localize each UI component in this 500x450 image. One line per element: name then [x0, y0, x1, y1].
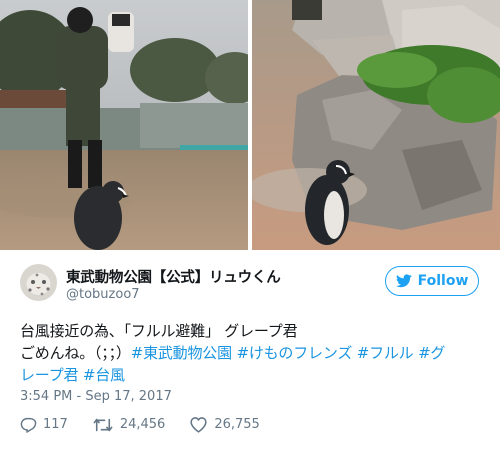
media-photo-left[interactable]: [0, 0, 248, 250]
reply-icon: [20, 417, 37, 433]
snow-leopard-avatar-icon: [20, 264, 57, 301]
retweet-count: 24,456: [119, 417, 166, 432]
follow-button-label: Follow: [417, 273, 469, 289]
hashtag-kemono-friends[interactable]: #けものフレンズ: [236, 344, 352, 362]
user-display-name[interactable]: 東武動物公園【公式】リュウくん: [66, 266, 281, 287]
tweet-actions: 117 24,456 26,755: [20, 416, 284, 433]
tweet-text-line-1: 台風接近の為、「フルル避難」 グレープ君: [20, 322, 298, 340]
twitter-bird-icon: [395, 274, 412, 288]
hashtag-typhoon[interactable]: #台風: [83, 366, 125, 384]
user-handle[interactable]: @tobuzoo7: [66, 287, 140, 302]
follow-button[interactable]: Follow: [385, 266, 479, 296]
retweet-button[interactable]: 24,456: [92, 417, 166, 433]
tweet-text-line-3: レープ君 #台風: [20, 364, 485, 386]
like-count: 26,755: [214, 417, 260, 432]
like-button[interactable]: 26,755: [189, 416, 260, 433]
retweet-icon: [93, 418, 113, 431]
penguin-keeper-photo-icon: [0, 0, 248, 250]
hashtag-grape-kun-end[interactable]: レープ君: [20, 366, 79, 384]
tweet-text: 台風接近の為、「フルル避難」 グレープ君 ごめんね。（；；）#東武動物公園 #け…: [20, 320, 485, 386]
reply-count: 117: [43, 417, 68, 432]
tweet-media: [0, 0, 500, 250]
reply-button[interactable]: 117: [20, 417, 68, 433]
media-photo-right[interactable]: [252, 0, 500, 250]
hashtag-fululu[interactable]: #フルル: [357, 344, 414, 362]
hashtag-tobu-zoo[interactable]: #東武動物公園: [131, 344, 232, 362]
heart-icon: [190, 417, 207, 433]
tweet-text-line-2: ごめんね。（；；）#東武動物公園 #けものフレンズ #フルル #グ: [20, 342, 485, 364]
penguin-rock-photo-icon: [252, 0, 500, 250]
tweet-text-plain: ごめんね。（；；）: [20, 344, 131, 362]
hashtag-grape-kun-start[interactable]: #グ: [418, 344, 445, 362]
tweet-card: 東武動物公園【公式】リュウくん @tobuzoo7 Follow 台風接近の為、…: [0, 0, 500, 450]
avatar[interactable]: [20, 264, 57, 301]
tweet-timestamp[interactable]: 3:54 PM - Sep 17, 2017: [20, 389, 172, 404]
